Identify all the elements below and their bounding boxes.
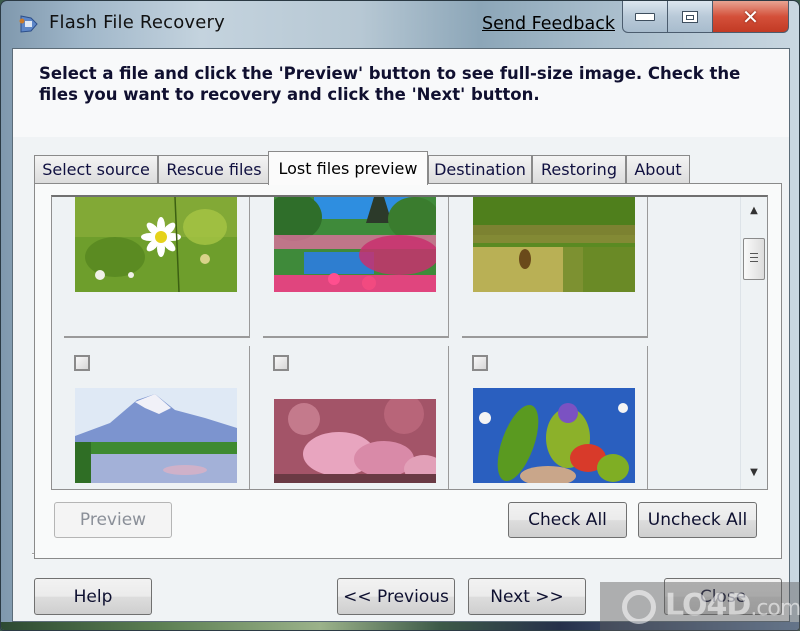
header-area: Select a file and click the 'Preview' bu… [13, 49, 789, 137]
send-feedback-link[interactable]: Send Feedback [482, 14, 615, 34]
maximize-button[interactable] [668, 1, 713, 33]
thumbnail-cell[interactable] [64, 197, 250, 338]
thumbnail-image[interactable] [473, 388, 635, 483]
window-title: Flash File Recovery [49, 12, 225, 33]
minimize-icon [635, 12, 655, 21]
file-checkbox[interactable] [74, 355, 90, 371]
file-checkbox[interactable] [273, 355, 289, 371]
close-icon: ✕ [742, 4, 759, 29]
tab-restoring[interactable]: Restoring [532, 155, 626, 183]
thumbnail-cell[interactable] [462, 197, 648, 338]
thumbnail-image[interactable] [75, 197, 237, 292]
app-icon [19, 15, 38, 33]
scroll-up-arrow-icon[interactable]: ▲ [747, 205, 761, 217]
help-button[interactable]: Help [34, 578, 152, 615]
instruction-text: Select a file and click the 'Preview' bu… [39, 64, 741, 104]
maximize-icon [682, 10, 698, 23]
tab-lost-files-preview[interactable]: Lost files preview [268, 151, 428, 185]
thumbnail-cell[interactable] [64, 346, 250, 489]
minimize-button[interactable] [622, 1, 668, 33]
thumbnail-cell[interactable] [263, 197, 449, 338]
tab-destination[interactable]: Destination [428, 155, 532, 183]
file-checkbox[interactable] [472, 355, 488, 371]
check-all-button[interactable]: Check All [508, 502, 627, 538]
uncheck-all-button[interactable]: Uncheck All [638, 502, 757, 538]
preview-button[interactable]: Preview [54, 502, 172, 538]
watermark-logo-icon [622, 590, 656, 624]
title-bar[interactable]: Flash File Recovery Send Feedback ✕ [1, 1, 799, 45]
scrollbar-thumb[interactable] [743, 238, 765, 280]
app-window: Flash File Recovery Send Feedback ✕ Sele… [0, 0, 800, 631]
tab-about[interactable]: About [626, 155, 690, 183]
watermark-brand: LO4D [665, 588, 751, 623]
caption-buttons: ✕ [622, 1, 789, 33]
scroll-down-arrow-icon[interactable]: ▼ [747, 467, 761, 479]
tab-rescue-files[interactable]: Rescue files [158, 155, 270, 183]
watermark-suffix: .com [750, 596, 800, 621]
lost-files-preview-panel: ▲ ▼ Preview Check All Uncheck All [34, 183, 782, 559]
tab-select-source[interactable]: Select source [34, 155, 158, 183]
close-window-button[interactable]: ✕ [713, 1, 789, 33]
watermark-text: LO4D.com [665, 588, 800, 623]
thumbnail-cell[interactable] [263, 346, 449, 489]
thumbnail-cell[interactable] [462, 346, 648, 489]
previous-button[interactable]: << Previous [337, 578, 455, 615]
thumbnail-image[interactable] [274, 399, 436, 483]
thumbnail-image[interactable] [473, 197, 635, 292]
thumbnail-grid: ▲ ▼ [51, 195, 768, 490]
vertical-scrollbar[interactable]: ▲ ▼ [740, 197, 767, 489]
thumbnail-image[interactable] [75, 388, 237, 483]
dialog-client: Select a file and click the 'Preview' bu… [12, 48, 790, 622]
next-button[interactable]: Next >> [468, 578, 586, 615]
thumbnail-image[interactable] [274, 197, 436, 292]
